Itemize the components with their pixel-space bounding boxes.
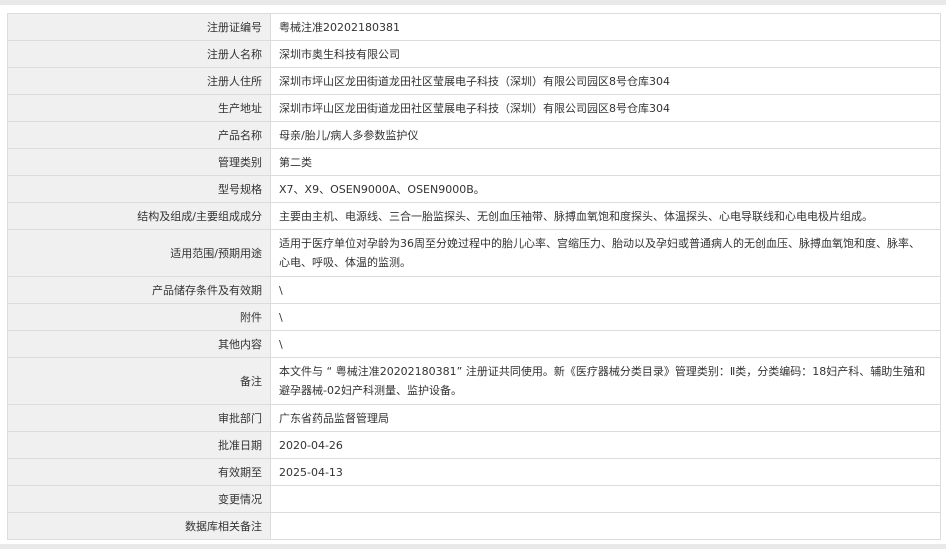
row-value: \ xyxy=(270,303,941,331)
row-label: 其他内容 xyxy=(7,330,271,358)
table-row: 结构及组成/主要组成成分 主要由主机、电源线、三合一胎监探头、无创血压袖带、脉搏… xyxy=(7,202,941,230)
table-row: 产品储存条件及有效期 \ xyxy=(7,276,941,304)
row-value: 母亲/胎儿/病人多参数监护仪 xyxy=(270,121,941,149)
table-row: 注册证编号 粤械注准20202180381 xyxy=(7,13,941,41)
row-label: 型号规格 xyxy=(7,175,271,203)
row-label: 注册证编号 xyxy=(7,13,271,41)
table-row: 变更情况 xyxy=(7,485,941,513)
row-value: 主要由主机、电源线、三合一胎监探头、无创血压袖带、脉搏血氧饱和度探头、体温探头、… xyxy=(270,202,941,230)
row-label: 附件 xyxy=(7,303,271,331)
row-label: 数据库相关备注 xyxy=(7,512,271,540)
row-label: 注册人名称 xyxy=(7,40,271,68)
table-row: 备注 本文件与 “ 粤械注准20202180381” 注册证共同使用。新《医疗器… xyxy=(7,357,941,405)
row-label: 管理类别 xyxy=(7,148,271,176)
bottom-bar xyxy=(0,544,946,549)
row-value: \ xyxy=(270,276,941,304)
row-value: 2020-04-26 xyxy=(270,431,941,459)
row-label: 生产地址 xyxy=(7,94,271,122)
table-row: 注册人住所 深圳市坪山区龙田街道龙田社区莹展电子科技（深圳）有限公司园区8号仓库… xyxy=(7,67,941,95)
row-label: 备注 xyxy=(7,357,271,405)
row-label: 审批部门 xyxy=(7,404,271,432)
table-row: 附件 \ xyxy=(7,303,941,331)
row-value xyxy=(270,485,941,513)
table-row: 数据库相关备注 xyxy=(7,512,941,540)
table-row: 批准日期 2020-04-26 xyxy=(7,431,941,459)
row-label: 有效期至 xyxy=(7,458,271,486)
row-value: X7、X9、OSEN9000A、OSEN9000B。 xyxy=(270,175,941,203)
row-value: 适用于医疗单位对孕龄为36周至分娩过程中的胎儿心率、宫缩压力、胎动以及孕妇或普通… xyxy=(270,229,941,277)
row-value: 本文件与 “ 粤械注准20202180381” 注册证共同使用。新《医疗器械分类… xyxy=(270,357,941,405)
table-row: 其他内容 \ xyxy=(7,330,941,358)
table-row: 产品名称 母亲/胎儿/病人多参数监护仪 xyxy=(7,121,941,149)
row-label: 产品名称 xyxy=(7,121,271,149)
row-value: 第二类 xyxy=(270,148,941,176)
top-bar xyxy=(0,0,946,5)
row-label: 批准日期 xyxy=(7,431,271,459)
row-value: 深圳市坪山区龙田街道龙田社区莹展电子科技（深圳）有限公司园区8号仓库304 xyxy=(270,67,941,95)
row-label: 结构及组成/主要组成成分 xyxy=(7,202,271,230)
table-row: 型号规格 X7、X9、OSEN9000A、OSEN9000B。 xyxy=(7,175,941,203)
row-value: 2025-04-13 xyxy=(270,458,941,486)
row-value: 深圳市奥生科技有限公司 xyxy=(270,40,941,68)
row-label: 适用范围/预期用途 xyxy=(7,229,271,277)
row-value: 深圳市坪山区龙田街道龙田社区莹展电子科技（深圳）有限公司园区8号仓库304 xyxy=(270,94,941,122)
table-row: 审批部门 广东省药品监督管理局 xyxy=(7,404,941,432)
row-value: \ xyxy=(270,330,941,358)
table-row: 注册人名称 深圳市奥生科技有限公司 xyxy=(7,40,941,68)
row-label: 产品储存条件及有效期 xyxy=(7,276,271,304)
registration-info-table: 注册证编号 粤械注准20202180381 注册人名称 深圳市奥生科技有限公司 … xyxy=(7,13,941,540)
row-value: 粤械注准20202180381 xyxy=(270,13,941,41)
table-row: 有效期至 2025-04-13 xyxy=(7,458,941,486)
table-row: 生产地址 深圳市坪山区龙田街道龙田社区莹展电子科技（深圳）有限公司园区8号仓库3… xyxy=(7,94,941,122)
row-label: 注册人住所 xyxy=(7,67,271,95)
table-row: 管理类别 第二类 xyxy=(7,148,941,176)
table-row: 适用范围/预期用途 适用于医疗单位对孕龄为36周至分娩过程中的胎儿心率、宫缩压力… xyxy=(7,229,941,277)
row-value xyxy=(270,512,941,540)
row-label: 变更情况 xyxy=(7,485,271,513)
row-value: 广东省药品监督管理局 xyxy=(270,404,941,432)
